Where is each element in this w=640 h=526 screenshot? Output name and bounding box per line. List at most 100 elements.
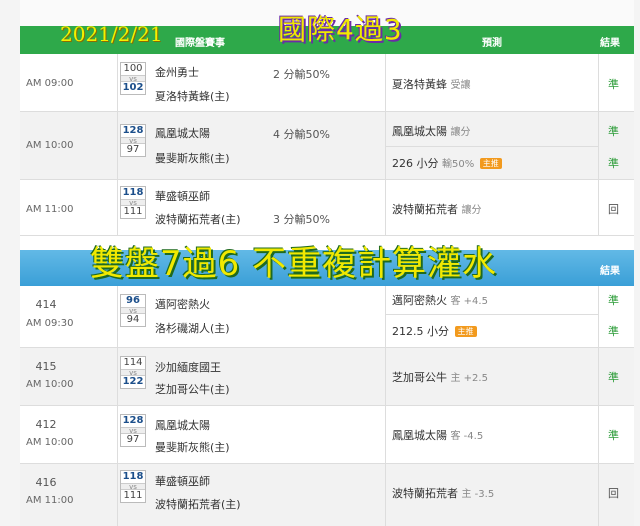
game-time: AM 10:00 [26,437,74,448]
game-number: 415 [35,360,57,373]
prediction-text: 波特蘭拓荒者 [392,203,458,216]
away-score: 118 [122,471,144,482]
vs-label: vs [121,307,145,315]
game-time: AM 11:00 [26,204,74,215]
away-team[interactable]: 華盛頓巫師 [155,473,210,489]
game-time: AM 10:00 [26,379,74,390]
prediction-text: 212.5 小分 [392,325,449,338]
featured-tag: 主推 [454,326,477,337]
vs-label: vs [121,137,145,145]
result-badge: 準 [608,157,619,170]
home-score: 97 [126,434,140,445]
table-row[interactable]: 416 AM 11:00 118 vs 111 華盛頓巫師 波特蘭拓荒者(主) … [20,464,634,526]
result-badge: 準 [608,78,619,91]
result-badge: 準 [608,371,619,384]
table-row[interactable]: 412 AM 10:00 128 vs 97 鳳凰城太陽 曼斐斯灰熊(主) 鳳凰… [20,406,634,464]
table-row[interactable]: 415 AM 10:00 114 vs 122 沙加緬度國王 芝加哥公牛(主) … [20,348,634,406]
score-box: 96 vs 94 [120,294,146,327]
prediction: 波特蘭拓荒者 讓分 [392,201,482,217]
handicap-odds: 3 分輸50% [273,213,330,226]
result-badge: 準 [608,125,619,138]
result-badge: 準 [608,429,619,442]
prediction-sub: 受讓 [450,80,471,91]
game-time: AM 09:30 [26,318,74,329]
game-number: 416 [35,476,57,489]
header-prediction-label: 預測 [482,38,502,49]
prediction: 鳳凰城太陽 讓分 [392,123,471,139]
table-row[interactable]: 414 AM 09:30 96 vs 94 邁阿密熱火 洛杉磯湖人(主) 邁阿密… [20,286,634,348]
home-team[interactable]: 洛杉磯湖人(主) [155,320,230,336]
away-team[interactable]: 沙加緬度國王 [155,359,221,375]
prediction-sub: 讓分 [461,205,482,216]
prediction: 夏洛特黃蜂 受讓 [392,76,471,92]
vs-label: vs [121,75,145,83]
vs-label: vs [121,427,145,435]
prediction-text: 芝加哥公牛 [392,371,447,384]
home-score: 122 [122,376,144,387]
header-result-label: 結果 [600,266,620,277]
away-score: 96 [126,295,140,306]
table-row[interactable]: AM 11:00 118 vs 111 華盛頓巫師 波特蘭拓荒者(主) 3 分輸… [20,180,634,236]
home-team[interactable]: 芝加哥公牛(主) [155,381,230,397]
away-score: 128 [122,415,144,426]
prediction: 波特蘭拓荒者 主 -3.5 [392,485,494,501]
prediction-text: 邁阿密熱火 [392,294,447,307]
away-team[interactable]: 華盛頓巫師 [155,188,210,204]
prediction: 226 小分 輸50% 主推 [392,155,502,171]
home-team[interactable]: 波特蘭拓荒者(主) [155,211,241,227]
prediction-sub: 客 -4.5 [450,431,484,442]
header-result-label: 結果 [600,38,620,49]
game-number: 412 [35,418,57,431]
result-badge: 準 [608,325,619,338]
vs-label: vs [121,199,145,207]
score-box: 114 vs 122 [120,356,146,389]
prediction-text: 鳳凰城太陽 [392,429,447,442]
game-time: AM 11:00 [26,495,74,506]
header-match-label: 國際盤賽事 [175,38,225,49]
result-badge: 準 [608,294,619,307]
away-score: 100 [123,63,143,74]
prediction: 芝加哥公牛 主 +2.5 [392,369,488,385]
away-score: 118 [122,187,144,198]
prediction-sub: 主 +2.5 [450,373,488,384]
prediction-text: 夏洛特黃蜂 [392,78,447,91]
prediction: 212.5 小分 主推 [392,323,477,339]
prediction: 鳳凰城太陽 客 -4.5 [392,427,483,443]
home-team[interactable]: 曼斐斯灰熊(主) [155,439,230,455]
prediction-text: 鳳凰城太陽 [392,125,447,138]
prediction-sub: 客 +4.5 [450,296,488,307]
home-team[interactable]: 曼斐斯灰熊(主) [155,150,230,166]
away-team[interactable]: 金州勇士 [155,64,199,80]
prediction-sub: 讓分 [450,127,471,138]
prediction-sub: 輸50% [442,159,475,170]
away-team[interactable]: 鳳凰城太陽 [155,125,210,141]
away-score: 114 [123,357,143,368]
home-team[interactable]: 夏洛特黃蜂(主) [155,88,230,104]
game-number: 414 [35,298,57,311]
away-team[interactable]: 邁阿密熱火 [155,296,210,312]
date-overlay: 2021/2/21 [60,22,163,46]
home-score: 102 [122,82,144,93]
game-time: AM 09:00 [26,78,74,89]
home-score: 97 [126,144,140,155]
score-box: 118 vs 111 [120,470,146,503]
table-row[interactable]: AM 10:00 128 vs 97 鳳凰城太陽 曼斐斯灰熊(主) 4 分輸50… [20,112,634,180]
score-box: 100 vs 102 [120,62,146,95]
home-score: 94 [126,314,140,325]
score-box: 118 vs 111 [120,186,146,219]
game-table: 2021/2/21 國際盤賽事 預測 結果 AM 09:00 100 vs 10… [20,0,634,526]
vs-label: vs [121,369,145,377]
away-team[interactable]: 鳳凰城太陽 [155,417,210,433]
table-row[interactable]: AM 09:00 100 vs 102 金州勇士 夏洛特黃蜂(主) 2 分輸50… [20,54,634,112]
handicap-odds: 4 分輸50% [273,128,330,141]
game-time: AM 10:00 [26,140,74,151]
away-score: 128 [122,125,144,136]
home-score: 111 [123,490,143,501]
overlay-title-mid: 雙盤7過6 不重複計算灌水 [90,244,498,284]
score-box: 128 vs 97 [120,414,146,447]
result-badge: 回 [608,487,619,500]
prediction-sub: 主 -3.5 [461,489,495,500]
prediction-text: 226 小分 [392,157,439,170]
vs-label: vs [121,483,145,491]
home-team[interactable]: 波特蘭拓荒者(主) [155,496,241,512]
